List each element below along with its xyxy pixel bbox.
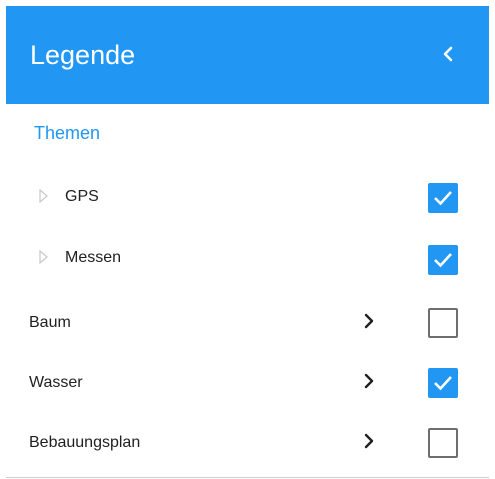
layer-checkbox-messen[interactable] xyxy=(428,245,458,275)
layer-label: GPS xyxy=(65,188,99,205)
chevron-right-icon[interactable] xyxy=(362,432,376,450)
layer-checkbox-bebauungsplan[interactable] xyxy=(428,428,458,458)
layer-label: Wasser xyxy=(29,374,83,391)
chevron-right-icon[interactable] xyxy=(362,372,376,390)
layer-label: Bebauungsplan xyxy=(29,434,141,451)
checkmark-icon xyxy=(434,376,452,391)
collapse-button[interactable] xyxy=(430,36,466,72)
layer-row-messen: Messen xyxy=(6,236,489,282)
checkmark-icon xyxy=(434,191,452,206)
layer-row-gps: GPS xyxy=(6,175,489,221)
bottom-divider xyxy=(6,477,489,478)
section-title-themen: Themen xyxy=(34,123,101,143)
legend-panel: Legende Themen GPS Messen Baum Wasser Be… xyxy=(0,0,495,479)
expand-triangle-icon[interactable] xyxy=(39,189,49,203)
layer-checkbox-gps[interactable] xyxy=(428,183,458,213)
expand-triangle-icon[interactable] xyxy=(39,250,49,264)
checkmark-icon xyxy=(434,253,452,268)
legend-header: Legende xyxy=(6,6,489,104)
layer-checkbox-wasser[interactable] xyxy=(428,368,458,398)
legend-title: Legende xyxy=(30,40,136,70)
chevron-left-icon xyxy=(443,46,453,62)
chevron-right-icon[interactable] xyxy=(362,312,376,330)
layer-row-bebauungsplan: Bebauungsplan xyxy=(6,418,489,464)
layer-row-wasser: Wasser xyxy=(6,358,489,404)
layer-row-baum: Baum xyxy=(6,298,489,344)
layer-label: Messen xyxy=(65,249,122,266)
layer-label: Baum xyxy=(29,314,71,331)
layer-checkbox-baum[interactable] xyxy=(428,308,458,338)
